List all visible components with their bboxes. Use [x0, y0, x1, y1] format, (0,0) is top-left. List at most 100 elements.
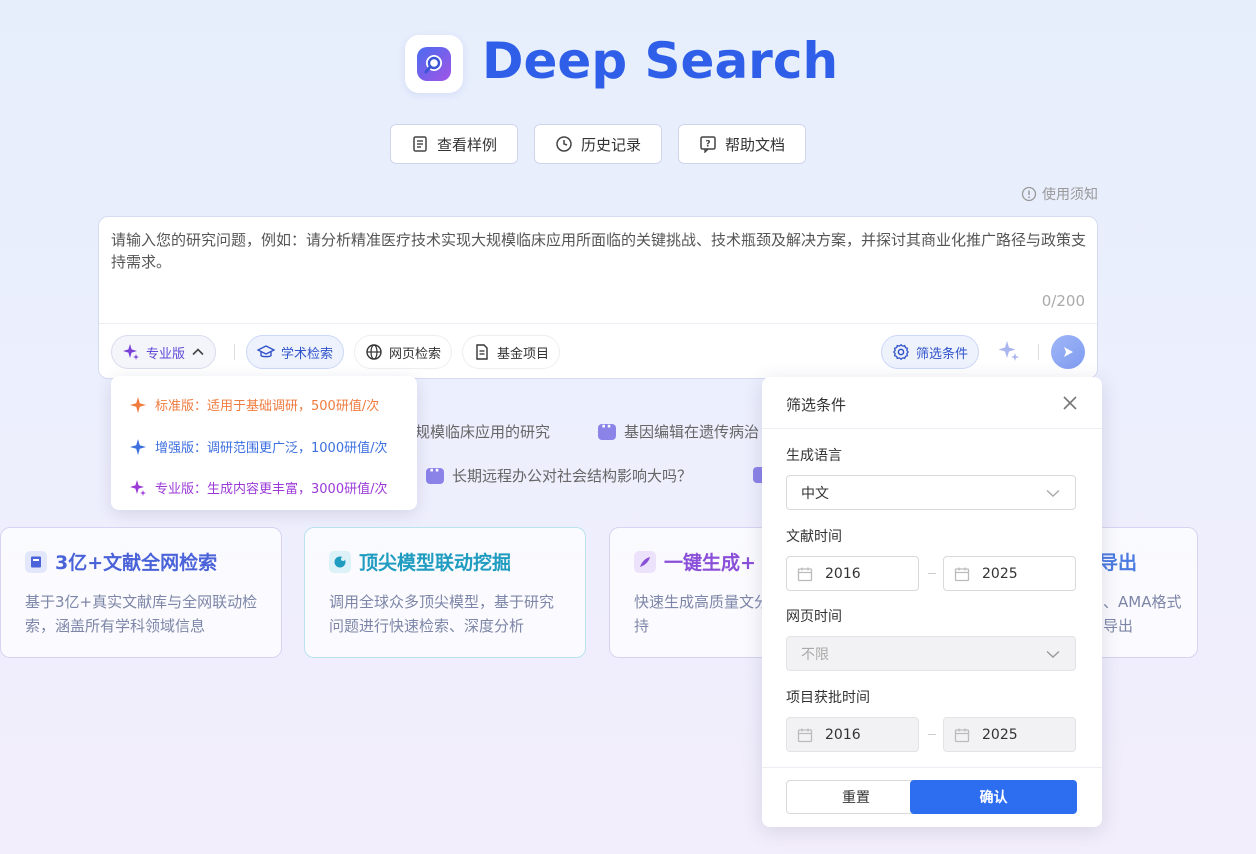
- feature-title-text: 3亿+文献全网检索: [55, 552, 218, 574]
- globe-icon: [366, 344, 382, 360]
- project-end-value: 2025: [982, 726, 1018, 743]
- suggestion-label: 基因编辑在遗传病治: [624, 423, 760, 441]
- language-label: 生成语言: [786, 448, 842, 464]
- tier-option-label: 增强版：调研范围更广泛，1000研值/次: [155, 441, 388, 456]
- feature-title-text: 一键生成+: [664, 552, 756, 574]
- book-icon: [25, 550, 47, 573]
- toolbar-separator: [1038, 344, 1039, 360]
- feature-title-text: 顶尖模型联动挖掘: [359, 552, 512, 574]
- feature-card-models: 顶尖模型联动挖掘 调用全球众多顶尖模型，基于研究问题进行快速检索、深度分析: [304, 527, 586, 658]
- language-select[interactable]: 中文: [786, 475, 1076, 510]
- lit-end-value: 2025: [982, 565, 1018, 582]
- calendar-icon: [954, 567, 970, 581]
- view-examples-button[interactable]: 查看样例: [390, 124, 518, 164]
- confirm-button[interactable]: 确认: [910, 780, 1077, 814]
- help-docs-button[interactable]: ? 帮助文档: [678, 124, 806, 164]
- logo-icon: [417, 47, 451, 81]
- sparkle-icon: [123, 344, 139, 360]
- suggestion-item[interactable]: 基因编辑在遗传病治: [598, 419, 760, 442]
- usage-notice-label: 使用须知: [1042, 187, 1098, 203]
- calendar-icon: [797, 728, 813, 742]
- quill-icon: [634, 550, 656, 573]
- tier-option-standard[interactable]: 标准版：适用于基础调研，500研值/次: [129, 395, 379, 414]
- web-search-label: 网页检索: [389, 346, 442, 362]
- research-input-card: 请输入您的研究问题，例如：请分析精准医疗技术实现大规模临床应用所面临的关键挑战、…: [98, 216, 1098, 379]
- history-label: 历史记录: [580, 135, 641, 154]
- chevron-down-icon: [1046, 489, 1060, 497]
- char-counter: 0/200: [1041, 292, 1085, 310]
- help-icon: ?: [700, 136, 716, 153]
- chevron-up-icon: [192, 348, 204, 356]
- fund-project-label: 基金项目: [497, 346, 550, 362]
- suggestion-label: 长期远程办公对社会结构影响大吗？: [452, 467, 693, 485]
- range-dash: [928, 734, 936, 735]
- usage-notice-link[interactable]: 使用须知: [1021, 184, 1098, 204]
- filter-panel-title: 筛选条件: [786, 396, 847, 414]
- sparkle-icon: [130, 396, 146, 413]
- suggestion-item[interactable]: 规模临床应用的研究: [415, 421, 550, 442]
- send-button[interactable]: [1051, 335, 1085, 369]
- feature-card-search: 3亿+文献全网检索 基于3亿+真实文献库与全网联动检索，涵盖所有学科领域信息: [0, 527, 282, 658]
- panel-divider: [762, 767, 1102, 768]
- fund-project-toggle[interactable]: 基金项目: [462, 335, 561, 369]
- web-time-select: 不限: [786, 636, 1076, 671]
- language-value: 中文: [801, 485, 829, 502]
- document-icon: [413, 136, 427, 152]
- filter-panel: 筛选条件 生成语言 中文 文献时间 2016 2025 网页时间 不限 项目获批…: [762, 377, 1102, 827]
- sparkle-icon: [130, 438, 146, 455]
- feature-desc: 、AMA格式导出: [1103, 593, 1182, 635]
- tier-label: 专业版: [146, 346, 186, 362]
- clock-icon: [556, 136, 572, 152]
- send-icon: [1064, 347, 1073, 357]
- suggestion-label: 规模临床应用的研究: [415, 423, 551, 441]
- reset-button[interactable]: 重置: [786, 780, 926, 814]
- filter-conditions-button[interactable]: 筛选条件: [881, 335, 980, 369]
- feature-desc: 调用全球众多顶尖模型，基于研究问题进行快速检索、深度分析: [329, 593, 555, 635]
- project-time-label: 项目获批时间: [786, 690, 870, 706]
- help-docs-label: 帮助文档: [724, 135, 785, 154]
- close-icon: [1063, 396, 1077, 410]
- gear-icon: [892, 343, 910, 361]
- range-dash: [928, 573, 936, 574]
- suggestion-item[interactable]: 长期远程办公对社会结构影响大吗？: [426, 463, 693, 486]
- chat-icon: [598, 419, 616, 440]
- calendar-icon: [954, 728, 970, 742]
- filter-conditions-label: 筛选条件: [916, 346, 969, 362]
- tier-option-pro[interactable]: 专业版：生成内容更丰富，3000研值/次: [129, 478, 387, 497]
- chevron-down-icon: [1046, 650, 1060, 658]
- tier-dropdown-menu: 标准版：适用于基础调研，500研值/次 增强版：调研范围更广泛，1000研值/次…: [111, 376, 417, 510]
- lit-start-date-picker[interactable]: 2016: [786, 556, 919, 591]
- web-time-label: 网页时间: [786, 609, 842, 625]
- file-icon: [476, 344, 488, 360]
- view-examples-label: 查看样例: [436, 135, 497, 154]
- brain-icon: [329, 550, 351, 573]
- feature-title: 顶尖模型联动挖掘: [329, 548, 511, 575]
- project-start-value: 2016: [825, 726, 861, 743]
- sparkle-icon: [998, 341, 1019, 361]
- app-logo: [405, 35, 463, 93]
- svg-text:?: ?: [705, 140, 710, 150]
- chat-icon: [426, 463, 444, 484]
- close-button[interactable]: [1062, 392, 1078, 416]
- tier-selector[interactable]: 专业版: [111, 335, 217, 369]
- lit-start-value: 2016: [825, 565, 861, 582]
- web-search-toggle[interactable]: 网页检索: [354, 335, 453, 369]
- project-end-date-picker: 2025: [943, 717, 1076, 752]
- research-question-input[interactable]: 请输入您的研究问题，例如：请分析精准医疗技术实现大规模临床应用所面临的关键挑战、…: [111, 229, 1086, 273]
- info-icon: [1021, 186, 1037, 202]
- tier-option-enhanced[interactable]: 增强版：调研范围更广泛，1000研值/次: [129, 437, 387, 456]
- academic-search-toggle[interactable]: 学术检索: [246, 335, 345, 369]
- calendar-icon: [797, 567, 813, 581]
- toolbar-separator: [234, 344, 235, 360]
- project-start-date-picker: 2016: [786, 717, 919, 752]
- feature-title: 导出: [1099, 548, 1137, 575]
- web-time-value: 不限: [801, 646, 829, 663]
- feature-title-text: 导出: [1099, 552, 1138, 574]
- history-button[interactable]: 历史记录: [534, 124, 662, 164]
- ai-enhance-button[interactable]: [997, 339, 1021, 363]
- academic-search-label: 学术检索: [281, 346, 334, 362]
- lit-end-date-picker[interactable]: 2025: [943, 556, 1076, 591]
- feature-title: 一键生成+: [634, 548, 756, 575]
- sparkle-icon: [130, 479, 146, 496]
- brand-title: Deep Search: [482, 32, 839, 90]
